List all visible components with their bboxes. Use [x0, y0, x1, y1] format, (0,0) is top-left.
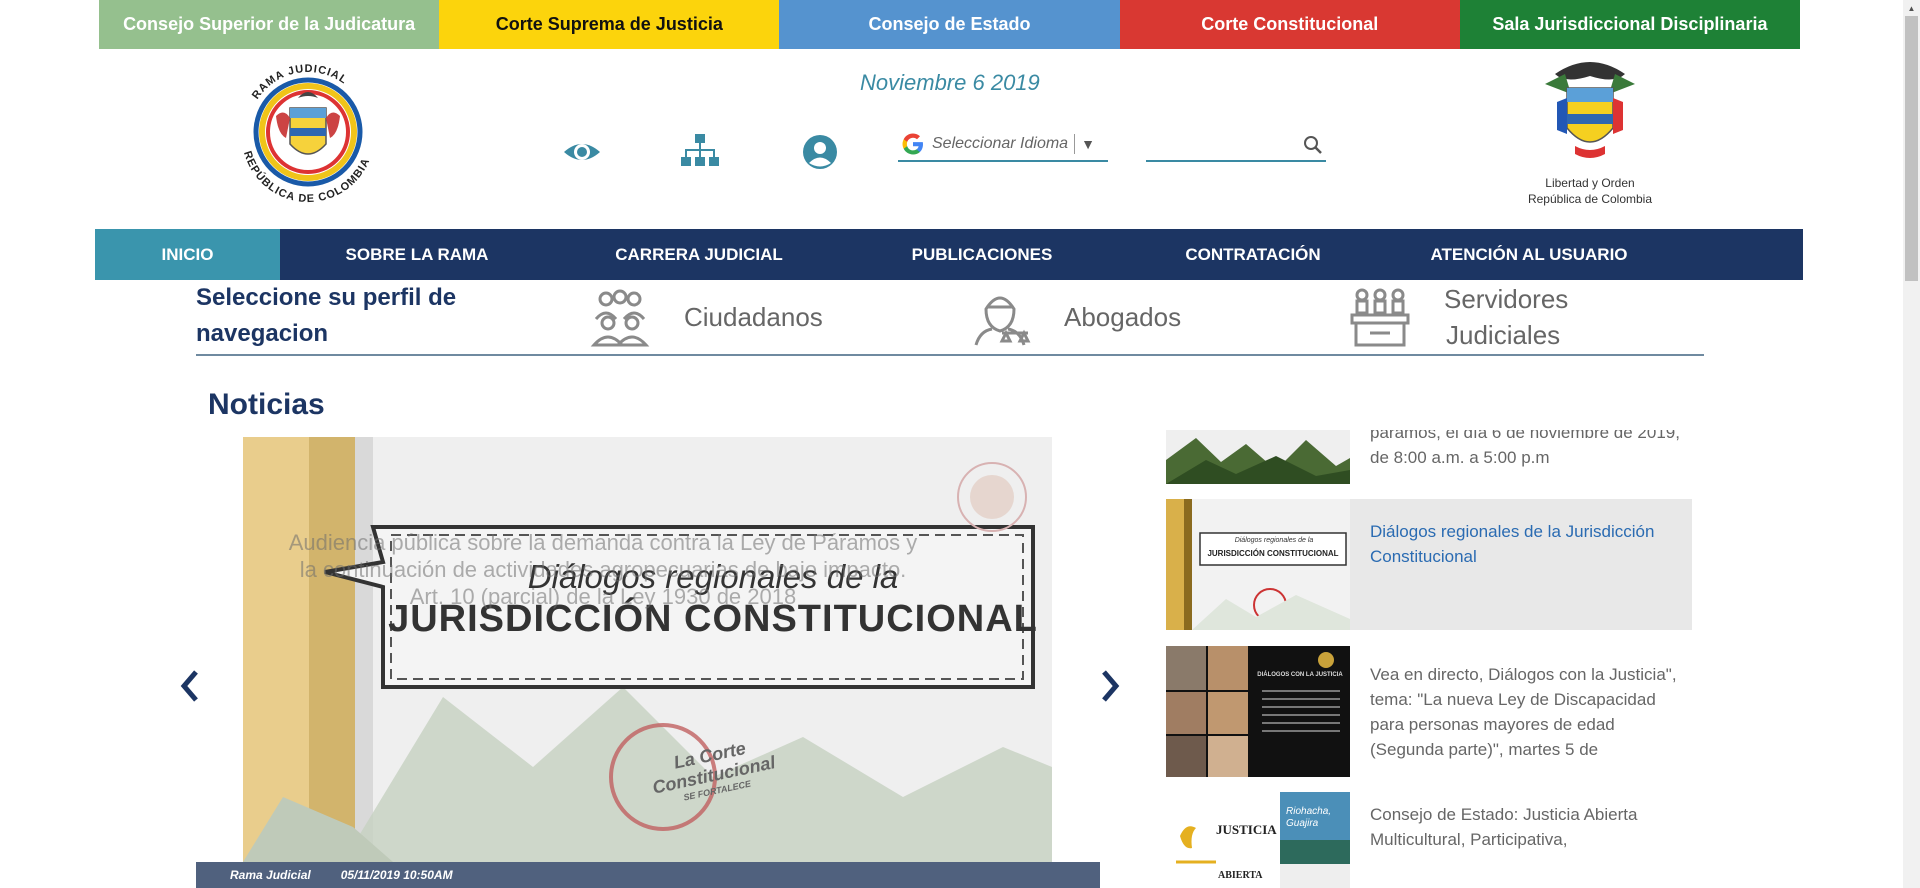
entity-link-sala-disciplinaria[interactable]: Sala Jurisdiccional Disciplinaria	[1459, 0, 1801, 49]
page: Consejo Superior de la Judicatura Corte …	[0, 0, 1920, 888]
accessibility-eye-icon[interactable]	[562, 132, 602, 172]
search-icon[interactable]	[1302, 134, 1324, 156]
news-thumb-justicia-line1: JUSTICIA	[1216, 822, 1277, 837]
profile-servidores-judiciales[interactable]: Servidores Judiciales	[1346, 280, 1568, 354]
language-divider	[1074, 134, 1076, 154]
news-thumb-riohacha: Riohacha, Guajira	[1286, 806, 1332, 829]
entity-link-corte-suprema[interactable]: Corte Suprema de Justicia	[439, 0, 780, 49]
profile-title-line1: Seleccione su perfil de	[196, 284, 457, 311]
google-icon	[902, 133, 923, 155]
news-thumb-justicia-abierta: JUSTICIA ABIERTA Riohacha, Guajira	[1166, 792, 1350, 888]
language-label: Seleccionar Idioma	[932, 135, 1069, 152]
search-field[interactable]	[1146, 128, 1326, 162]
colombia-coat-of-arms-logo[interactable]: Libertad y Orden República de Colombia	[1520, 54, 1660, 206]
nav-item-sobre-la-rama[interactable]: SOBRE LA RAMA	[280, 229, 554, 280]
logo-caption-line2: República de Colombia	[1527, 192, 1653, 206]
header-date: Noviembre 6 2019	[860, 70, 1040, 95]
sitemap-icon[interactable]	[680, 132, 720, 172]
news-thumb-dialogos-line2: JURISDICCIÓN CONSTITUCIONAL	[1207, 549, 1339, 558]
scrollbar-thumb[interactable]	[1905, 16, 1918, 281]
profile-servidores-label: Servidores Judiciales	[1444, 281, 1568, 353]
news-thumb-justicia-line2: ABIERTA	[1218, 870, 1263, 881]
language-selector[interactable]: Seleccionar Idioma ▼	[898, 128, 1108, 162]
news-section-title: Noticias	[208, 388, 325, 421]
servers-icon	[1350, 288, 1410, 347]
logo-caption-line1: Libertad y Orden	[1545, 176, 1635, 190]
nav-item-inicio[interactable]: INICIO	[95, 229, 280, 280]
profile-selector-title: Seleccione su perfil de navegacion	[196, 280, 496, 352]
profile-servidores-label-line2: Judiciales	[1446, 320, 1561, 350]
news-list-item[interactable]: DIÁLOGOS CON LA JUSTICIA Vea en directo,…	[1166, 646, 1692, 777]
entity-link-consejo-estado[interactable]: Consejo de Estado	[779, 0, 1120, 49]
news-list-item[interactable]: JUSTICIA ABIERTA Riohacha, Guajira Conse…	[1166, 792, 1692, 888]
news-text-justicia-abierta: Consejo de Estado: Justicia Abierta Mult…	[1370, 805, 1638, 849]
nav-item-publicaciones[interactable]: PUBLICACIONES	[844, 229, 1120, 280]
lawyer-icon	[974, 296, 1031, 346]
top-entities-bar: Consejo Superior de la Judicatura Corte …	[99, 0, 1801, 49]
news-list-item-active[interactable]: Diálogos regionales de la JURISDICCIÓN C…	[1166, 499, 1692, 630]
news-list: páramos, el día 6 de noviembre de 2019, …	[1166, 430, 1692, 888]
profile-title-line2: navegacion	[196, 320, 329, 347]
profile-servidores-label-line1: Servidores	[1444, 284, 1569, 314]
main-nav: INICIO SOBRE LA RAMA CARRERA JUDICIAL PU…	[95, 229, 1803, 280]
news-thumb-dialogos-line1: Diálogos regionales de la	[1234, 537, 1314, 544]
news-thumb-discapacidad: DIÁLOGOS CON LA JUSTICIA	[1166, 646, 1350, 777]
nav-item-atencion-usuario[interactable]: ATENCIÓN AL USUARIO	[1386, 229, 1672, 280]
entity-link-consejo-superior[interactable]: Consejo Superior de la Judicatura	[99, 0, 440, 49]
nav-item-carrera-judicial[interactable]: CARRERA JUDICIAL	[554, 229, 844, 280]
profile-selector: Seleccione su perfil de navegacion Ciuda…	[196, 280, 1704, 356]
rama-judicial-logo[interactable]: RAMA JUDICIAL REPÚBLICA DE COLOMBIA	[228, 56, 388, 208]
news-text-dialogos: Diálogos regionales de la Jurisdicción C…	[1370, 522, 1655, 566]
user-account-icon[interactable]	[800, 132, 840, 172]
news-thumb-dialogos: Diálogos regionales de la JURISDICCIÓN C…	[1166, 499, 1350, 630]
news-thumb-paramos	[1166, 430, 1350, 484]
profile-ciudadanos-label: Ciudadanos	[684, 302, 823, 332]
slide-datetime: 05/11/2019 10:50AM	[340, 868, 453, 882]
slider-next-arrow-icon[interactable]	[1096, 664, 1126, 708]
profile-abogados-label: Abogados	[1064, 302, 1182, 332]
slide-source: Rama Judicial	[230, 868, 311, 882]
nav-item-contratacion[interactable]: CONTRATACIÓN	[1120, 229, 1386, 280]
profile-abogados[interactable]: Abogados	[966, 280, 1181, 354]
citizens-icon	[590, 289, 650, 347]
news-text-discapacidad: Vea en directo, Diálogos con la Justicia…	[1370, 665, 1677, 759]
slide-headline[interactable]: Audiencia pública sobre la demanda contr…	[283, 529, 923, 610]
news-text-paramos: páramos, el día 6 de noviembre de 2019, …	[1370, 430, 1680, 467]
page-scrollbar[interactable]: ▲	[1903, 0, 1920, 888]
slider-prev-arrow-icon[interactable]	[174, 664, 204, 708]
entity-link-corte-constitucional[interactable]: Corte Constitucional	[1119, 0, 1460, 49]
slide-caption-bar: Rama Judicial 05/11/2019 10:50AM	[196, 862, 1100, 888]
news-thumb-discapacidad-title: DIÁLOGOS CON LA JUSTICIA	[1257, 672, 1343, 678]
news-list-item[interactable]: páramos, el día 6 de noviembre de 2019, …	[1166, 430, 1692, 484]
scroll-up-arrow-icon[interactable]: ▲	[1903, 0, 1920, 16]
chevron-down-icon[interactable]: ▼	[1081, 136, 1095, 152]
profile-ciudadanos[interactable]: Ciudadanos	[586, 280, 823, 354]
news-slider[interactable]: Diálogos regionales de la JURISDICCIÓN C…	[243, 437, 1052, 862]
